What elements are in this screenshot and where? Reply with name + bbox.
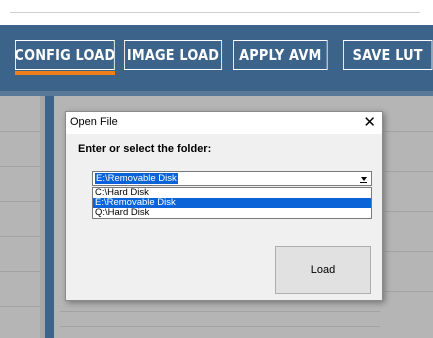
folder-dropdown-list: C:\Hard Disk E:\Removable Disk Q:\Hard D…: [92, 187, 372, 219]
canvas-header-strip: [0, 91, 433, 96]
grid-line: [0, 131, 40, 132]
toolbar: CONFIG LOAD IMAGE LOAD APPLY AVM SAVE LU…: [0, 25, 433, 91]
apply-avm-button[interactable]: APPLY AVM: [233, 40, 328, 70]
load-button[interactable]: Load: [275, 246, 371, 294]
top-strip: [0, 0, 433, 25]
grid-line: [385, 171, 433, 172]
dialog-titlebar[interactable]: Open File ✕: [66, 112, 382, 134]
chevron-down-icon[interactable]: [357, 173, 370, 184]
grid-line: [385, 251, 433, 252]
dialog-title: Open File: [70, 116, 118, 128]
close-icon[interactable]: ✕: [363, 113, 376, 131]
grid-line: [385, 291, 433, 292]
open-file-dialog: Open File ✕ Enter or select the folder: …: [65, 111, 383, 301]
grid-line: [385, 211, 433, 212]
grid-line: [0, 166, 40, 167]
grid-line: [0, 271, 40, 272]
grid-line: [0, 306, 40, 307]
config-load-button[interactable]: CONFIG LOAD: [14, 40, 115, 70]
save-lut-button[interactable]: SAVE LUT: [343, 40, 433, 70]
folder-combobox[interactable]: E:\Removable Disk: [92, 171, 372, 186]
grid-line: [60, 311, 380, 312]
folder-prompt-label: Enter or select the folder:: [78, 143, 212, 155]
grid-line: [60, 326, 380, 327]
vertical-divider-bar[interactable]: [45, 96, 54, 338]
grid-line: [0, 236, 40, 237]
image-load-button[interactable]: IMAGE LOAD: [124, 40, 223, 70]
active-tab-indicator: [15, 71, 115, 75]
grid-line: [385, 131, 433, 132]
grid-line: [0, 201, 40, 202]
combo-selected-value: E:\Removable Disk: [95, 173, 178, 184]
dropdown-option-q-hard-disk[interactable]: Q:\Hard Disk: [93, 208, 371, 218]
divider: [10, 12, 420, 13]
